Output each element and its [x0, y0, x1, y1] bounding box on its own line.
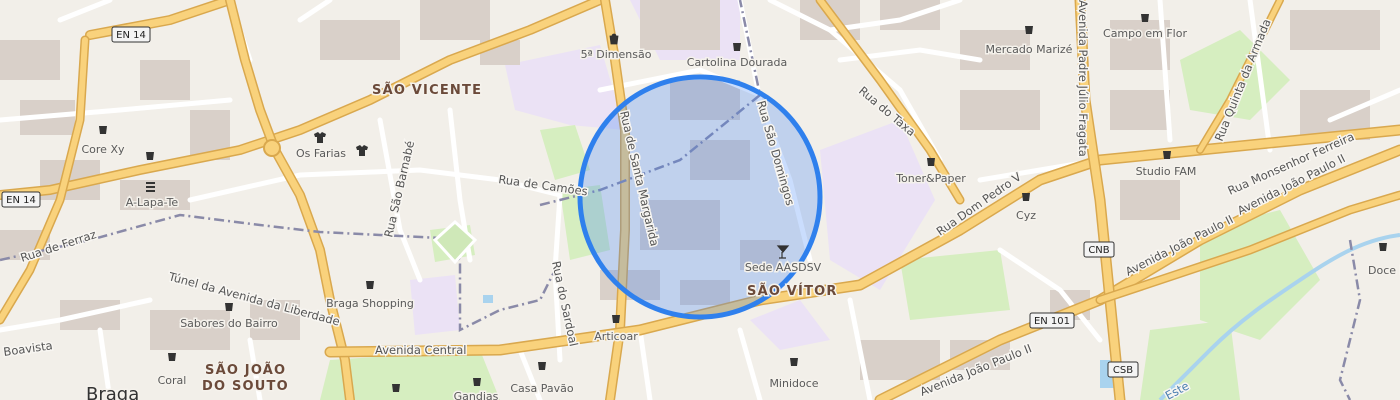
shield-en14-top-label: EN 14: [116, 30, 146, 41]
poi-core-label: Core Xy: [81, 143, 124, 156]
map-canvas[interactable]: EN 14 EN 14 CNB EN 101 CSB Rua de Santa …: [0, 0, 1400, 400]
poi-shop-150[interactable]: [146, 152, 154, 160]
stack-icon: [146, 182, 155, 184]
district-sao-joao-1: SÃO JOÃO: [205, 362, 286, 378]
shield-en14-left-label: EN 14: [6, 195, 36, 206]
map-view[interactable]: EN 14 EN 14 CNB EN 101 CSB Rua de Santa …: [0, 0, 1400, 400]
poi-minidoce-label: Minidoce: [769, 377, 818, 390]
shop-icon: [612, 315, 620, 323]
shop-icon: [927, 158, 935, 166]
poi-cyz-label: Cyz: [1016, 209, 1036, 222]
shop-icon: [1141, 14, 1149, 22]
shop-icon: [538, 362, 546, 370]
shield-en101-label: EN 101: [1034, 316, 1070, 327]
shield-cnb: CNB: [1083, 241, 1115, 258]
shield-csb: CSB: [1107, 361, 1139, 378]
poi-os-farias-label: Os Farias: [296, 147, 346, 160]
poi-shop-bottom[interactable]: [392, 384, 400, 392]
poi-toner-label: Toner&Paper: [895, 172, 966, 185]
shop-icon: [99, 126, 107, 134]
shop-icon: [392, 384, 400, 392]
shop-icon: [225, 303, 233, 311]
poi-articoar-label: Articoar: [594, 330, 638, 343]
city-label: Braga: [86, 384, 139, 400]
shield-en14-left: EN 14: [1, 191, 41, 208]
shop-icon: [1163, 151, 1171, 159]
shop-icon: [733, 43, 741, 51]
district-sao-vicente: SÃO VICENTE: [372, 82, 482, 98]
poi-dimensao-label: 5ª Dimensão: [581, 48, 652, 61]
shop-icon: [168, 353, 176, 361]
shield-en14-top: EN 14: [111, 26, 151, 43]
shop-icon: [146, 152, 154, 160]
shop-icon: [1022, 193, 1030, 201]
shield-cnb-label: CNB: [1088, 245, 1109, 256]
poi-casa-pavao-label: Casa Pavão: [510, 382, 574, 395]
district-sao-vitor: SÃO VÍTOR: [747, 283, 838, 299]
poi-doce-label: Doce R: [1368, 264, 1400, 277]
poi-coral-label: Coral: [158, 374, 187, 387]
street-avenida-central: Avenida Central: [375, 343, 466, 357]
poi-cartolina-label: Cartolina Dourada: [687, 56, 787, 69]
poi-mercado-label: Mercado Marizé: [986, 43, 1073, 56]
poi-sede-label: Sede AASDSV: [745, 261, 822, 274]
shield-csb-label: CSB: [1113, 365, 1133, 376]
street-rua-padre-julio: Avenida Padre Júlio Fragata: [1076, 0, 1090, 157]
poi-gandias-label: Gandias: [454, 390, 499, 400]
shop-icon: [366, 281, 374, 289]
poi-studio-label: Studio FAM: [1136, 165, 1197, 178]
poi-campo-label: Campo em Flor: [1103, 27, 1187, 40]
shop-icon: [473, 378, 481, 386]
shop-icon: [1379, 243, 1387, 251]
poi-alapa-label: A-Lapa-Te: [126, 196, 179, 209]
poi-braga-shopping-label: Braga Shopping: [326, 297, 414, 310]
shield-en101: EN 101: [1029, 312, 1075, 329]
district-sao-joao-2: DO SOUTO: [202, 379, 289, 394]
poi-sabores-label: Sabores do Bairro: [180, 317, 278, 330]
shop-icon: [790, 358, 798, 366]
shop-icon: [1025, 26, 1033, 34]
